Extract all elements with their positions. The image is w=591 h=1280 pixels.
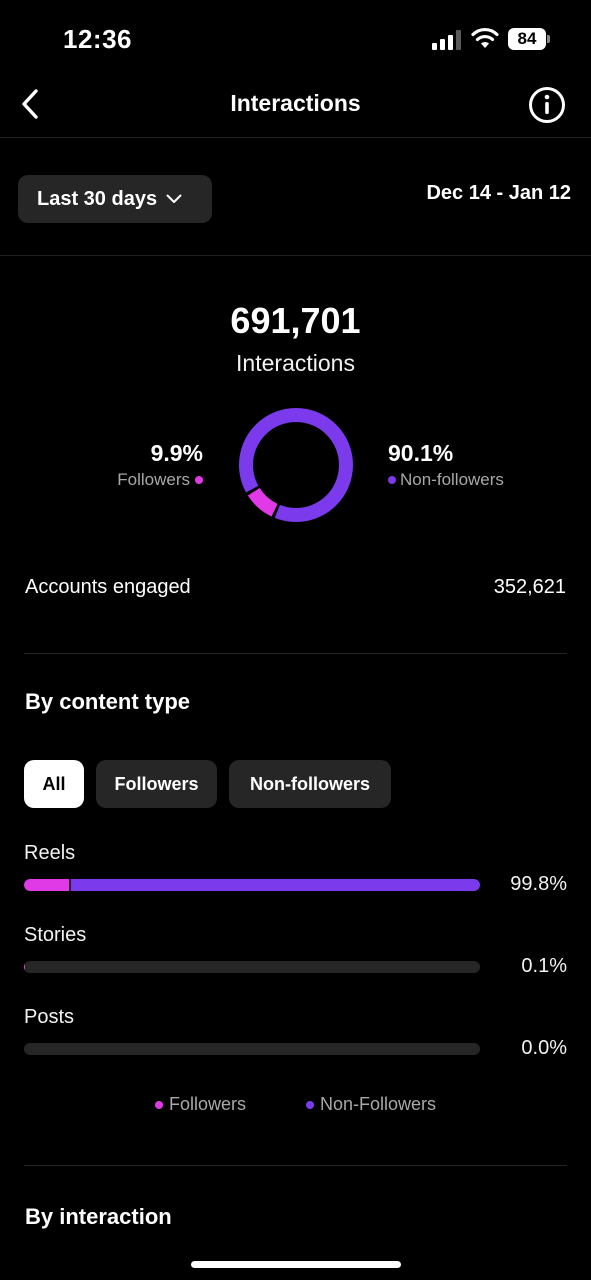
followers-label: Followers: [117, 470, 190, 489]
content-row-posts[interactable]: Posts 0.0%: [24, 1006, 567, 1062]
status-bar: 12:36 84: [0, 0, 591, 80]
content-bar-track: [24, 879, 480, 891]
content-row-reels[interactable]: Reels 99.8%: [24, 842, 567, 898]
content-row-label: Posts: [24, 1006, 75, 1028]
battery-level: 84: [508, 28, 546, 50]
by-interaction-title: By interaction: [25, 1204, 172, 1229]
date-range-text: Dec 14 - Jan 12: [426, 182, 571, 204]
accounts-engaged-label: Accounts engaged: [25, 576, 191, 598]
interactions-total: 691,701: [230, 300, 361, 341]
chip-all[interactable]: All: [24, 760, 84, 808]
legend-followers-label: Followers: [168, 1094, 246, 1114]
divider: [24, 1165, 567, 1166]
content-row-label: Stories: [24, 924, 87, 946]
legend-followers: Followers: [154, 1094, 246, 1115]
nonfollowers-percentage: 90.1%: [388, 440, 454, 466]
content-bar-track: [24, 961, 480, 973]
wifi-icon: [471, 27, 499, 48]
chip-followers[interactable]: Followers: [96, 760, 217, 808]
interactions-label: Interactions: [236, 350, 355, 376]
followers-legend: Followers: [40, 470, 203, 490]
cellular-signal-icon: [432, 30, 461, 50]
chevron-down-icon: [166, 194, 182, 203]
followers-percentage: 9.9%: [150, 440, 203, 466]
header: Interactions: [0, 72, 591, 138]
accounts-engaged-row: Accounts engaged 352,621: [25, 576, 566, 599]
content-type-title: By content type: [25, 689, 191, 714]
chip-nonfollowers[interactable]: Non-followers: [229, 760, 391, 808]
followers-donut-chart: [239, 408, 353, 522]
date-range-dropdown-label: Last 30 days: [37, 187, 158, 210]
accounts-engaged-value: 352,621: [493, 576, 566, 598]
legend-nonfollowers: Non-Followers: [305, 1094, 437, 1115]
content-row-value: 0.0%: [521, 1037, 567, 1059]
content-bar-track: [24, 1043, 480, 1055]
battery-icon: 84: [508, 28, 552, 50]
content-row-value: 99.8%: [510, 873, 567, 895]
followers-dot-icon: [195, 476, 203, 484]
nonfollowers-legend: Non-followers: [388, 470, 504, 490]
audience-filter-chips: All Followers Non-followers: [24, 760, 391, 808]
divider: [24, 653, 567, 654]
nonfollowers-dot-icon: [305, 1100, 314, 1109]
home-indicator[interactable]: [191, 1261, 401, 1268]
page-title: Interactions: [230, 90, 361, 116]
info-icon[interactable]: [528, 86, 566, 124]
nonfollowers-label: Non-followers: [400, 470, 504, 489]
bar-followers-segment: [24, 879, 69, 891]
filter-row: Last 30 days Dec 14 - Jan 12: [0, 138, 591, 256]
legend-nonfollowers-label: Non-Followers: [319, 1094, 437, 1114]
bar-followers-segment: [24, 961, 26, 973]
date-range-dropdown[interactable]: Last 30 days: [18, 175, 212, 223]
content-row-value: 0.1%: [521, 955, 567, 977]
bar-nonfollowers-segment: [70, 879, 480, 891]
content-type-legend: Followers Non-Followers: [0, 1094, 591, 1115]
nonfollowers-dot-icon: [388, 476, 396, 484]
followers-dot-icon: [154, 1100, 163, 1109]
content-row-stories[interactable]: Stories 0.1%: [24, 924, 567, 980]
content-row-label: Reels: [24, 842, 76, 864]
status-time: 12:36: [63, 24, 132, 54]
